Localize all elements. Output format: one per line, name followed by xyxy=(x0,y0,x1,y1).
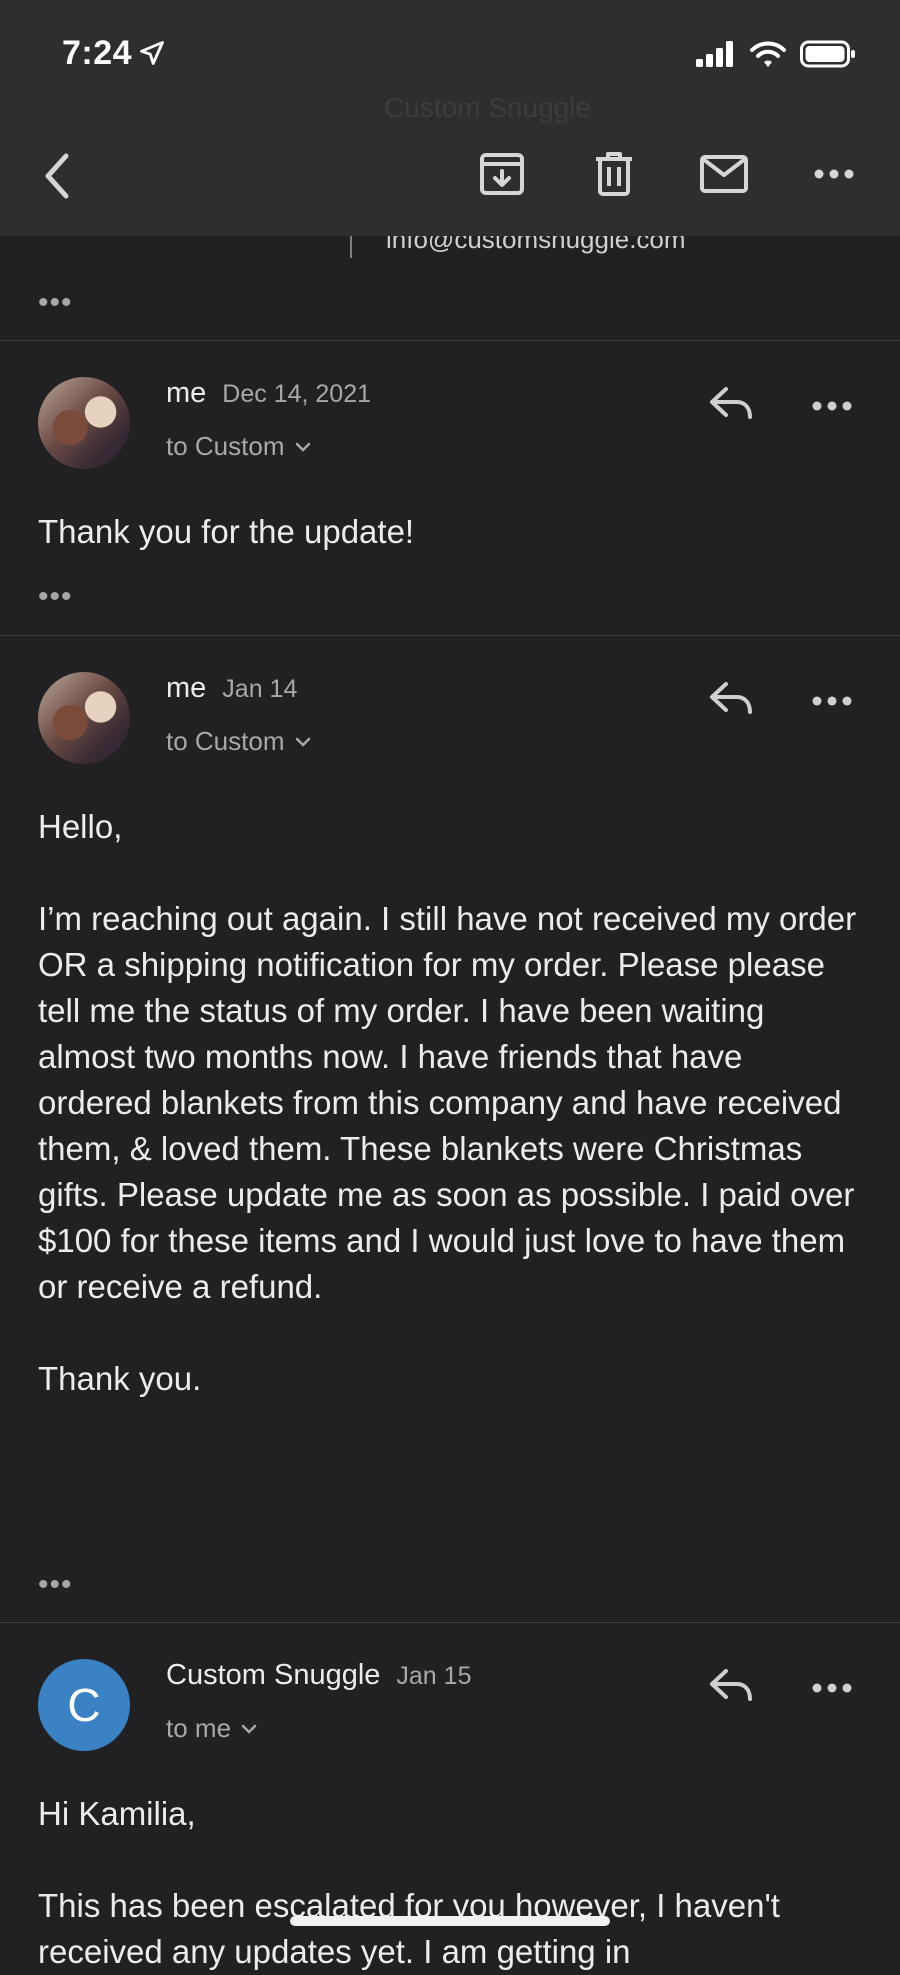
chevron-down-icon xyxy=(295,442,310,452)
mail-icon xyxy=(700,155,748,193)
status-time: 7:24 xyxy=(62,34,166,73)
message-date: Jan 15 xyxy=(396,1662,472,1690)
message-date: Jan 14 xyxy=(222,675,298,703)
avatar[interactable] xyxy=(38,672,130,764)
battery-icon xyxy=(800,40,855,68)
more-horizontal-icon xyxy=(812,696,852,706)
message-more-button[interactable] xyxy=(812,398,856,428)
ghost-header-text: Custom Snuggle xyxy=(384,92,592,123)
reply-icon xyxy=(710,1669,752,1701)
archive-button[interactable] xyxy=(476,148,528,200)
sender-name: me xyxy=(166,672,207,704)
message-body: Hello, I’m reaching out again. I still h… xyxy=(38,808,857,1397)
divider xyxy=(0,340,900,341)
avatar[interactable]: C xyxy=(38,1659,130,1751)
reply-button[interactable] xyxy=(708,680,764,724)
recipient-toggle[interactable]: to Custom xyxy=(166,431,311,462)
sender-name: Custom Snuggle xyxy=(166,1659,381,1691)
archive-icon xyxy=(480,153,524,195)
sender-name: me xyxy=(166,377,207,409)
sender-line: me Jan 14 xyxy=(166,672,297,705)
status-icons xyxy=(696,40,856,68)
expand-quoted-button[interactable]: ••• xyxy=(38,288,73,318)
more-horizontal-icon xyxy=(814,169,854,179)
message-more-button[interactable] xyxy=(812,693,856,723)
more-horizontal-icon xyxy=(812,401,852,411)
more-horizontal-icon xyxy=(812,1683,852,1693)
sender-line: me Dec 14, 2021 xyxy=(166,377,371,410)
trash-icon xyxy=(596,152,632,196)
back-button[interactable] xyxy=(30,150,82,202)
divider xyxy=(0,635,900,636)
recipient-toggle[interactable]: to Custom xyxy=(166,726,311,757)
expand-quoted-button[interactable]: ••• xyxy=(38,1570,73,1600)
reply-button[interactable] xyxy=(708,385,764,429)
more-options-button[interactable] xyxy=(808,148,860,200)
reply-icon xyxy=(710,682,752,714)
message-body: Thank you for the update! xyxy=(38,513,415,550)
top-toolbar: Custom Snuggle 7:24 xyxy=(0,0,900,236)
recipient-toggle[interactable]: to me xyxy=(166,1713,257,1744)
reply-icon xyxy=(710,387,752,419)
chevron-left-icon xyxy=(45,153,69,199)
chevron-down-icon xyxy=(295,737,310,747)
expand-quoted-button[interactable]: ••• xyxy=(38,582,73,612)
signal-icon xyxy=(696,41,733,67)
location-arrow-icon xyxy=(140,41,164,65)
mark-unread-button[interactable] xyxy=(698,148,750,200)
message-date: Dec 14, 2021 xyxy=(222,380,372,408)
home-indicator[interactable] xyxy=(290,1916,610,1926)
reply-button[interactable] xyxy=(708,1667,764,1711)
chevron-down-icon xyxy=(241,1724,257,1734)
sender-line: Custom Snuggle Jan 15 xyxy=(166,1659,471,1692)
message-more-button[interactable] xyxy=(812,1680,856,1710)
divider xyxy=(0,1622,900,1623)
message-body: Hi Kamilia, This has been escalated for … xyxy=(38,1795,780,1970)
trash-button[interactable] xyxy=(588,148,640,200)
avatar[interactable] xyxy=(38,377,130,469)
wifi-icon xyxy=(750,41,786,67)
